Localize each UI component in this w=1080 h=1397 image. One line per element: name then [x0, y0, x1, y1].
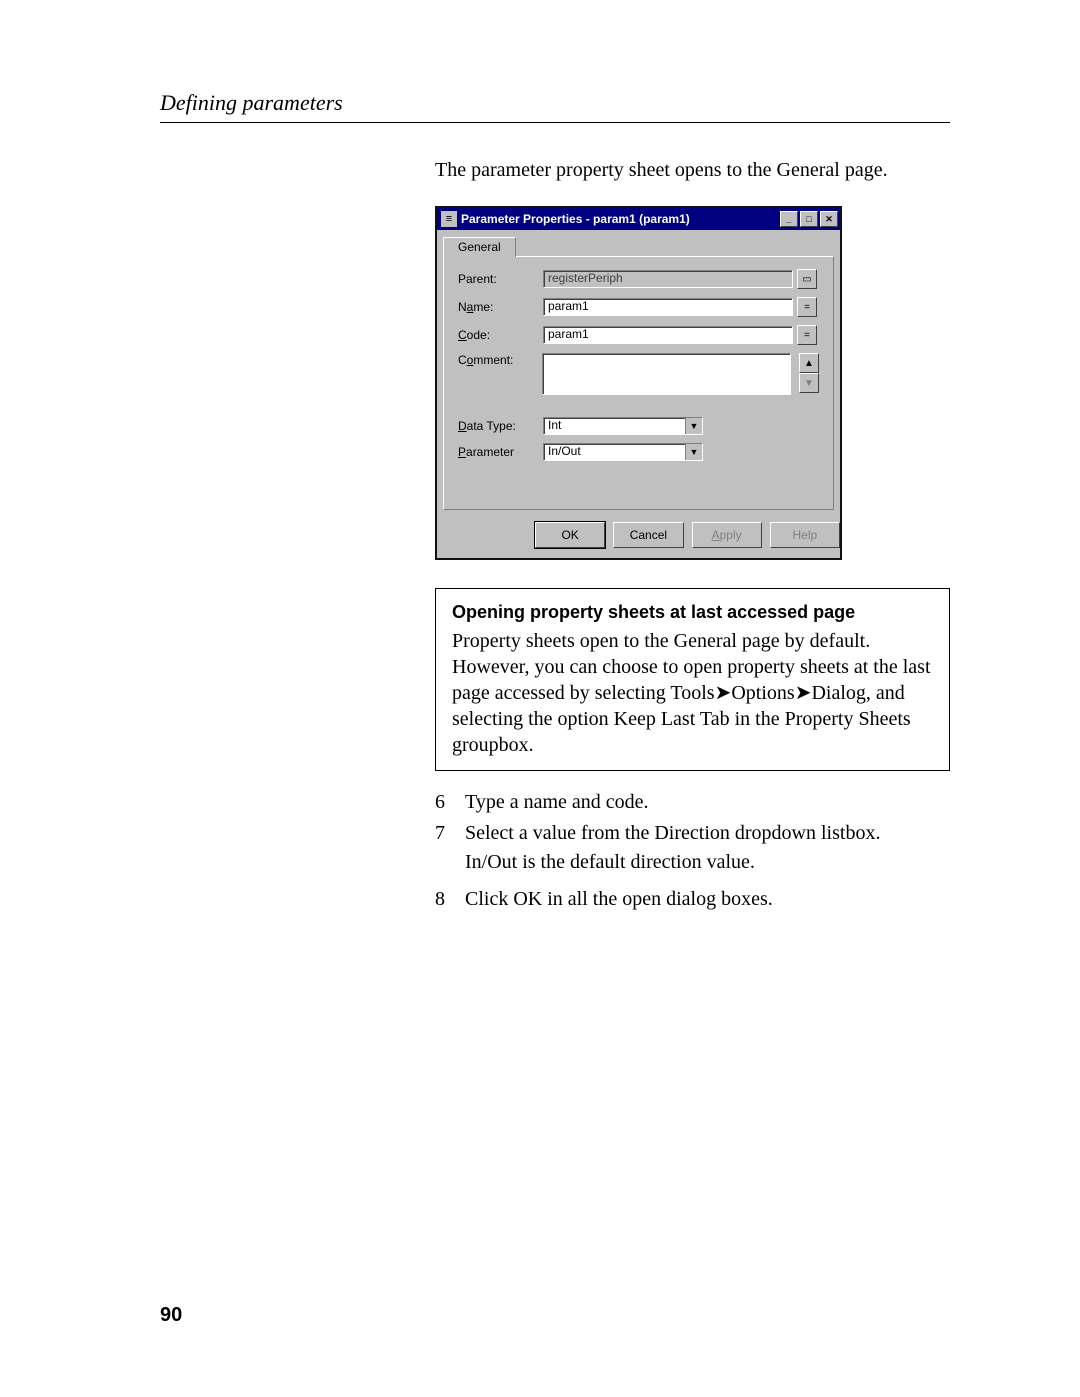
maximize-button[interactable]: □	[800, 211, 818, 227]
titlebar: ≡ Parameter Properties - param1 (param1)…	[437, 208, 840, 230]
parent-field: registerPeriph	[543, 270, 793, 288]
minimize-button[interactable]: _	[780, 211, 798, 227]
note-title: Opening property sheets at last accessed…	[452, 601, 933, 624]
page-number: 90	[160, 1304, 182, 1327]
label-comment: Comment:	[458, 353, 542, 367]
system-menu-icon[interactable]: ≡	[441, 211, 457, 227]
parameter-properties-dialog: ≡ Parameter Properties - param1 (param1)…	[435, 206, 842, 560]
step-8: 8 Click OK in all the open dialog boxes.	[435, 888, 950, 911]
note-box: Opening property sheets at last accessed…	[435, 588, 950, 771]
browse-parent-button[interactable]: ▭	[797, 269, 817, 289]
data-type-select[interactable]: Int ▼	[543, 417, 703, 435]
step-7-sub: In/Out is the default direction value.	[465, 851, 950, 874]
label-parameter: Parameter	[458, 445, 543, 459]
label-parent: Parent:	[458, 272, 543, 286]
chevron-down-icon: ▼	[685, 444, 702, 460]
window-title: Parameter Properties - param1 (param1)	[461, 212, 780, 226]
comment-scroll-up[interactable]: ▲	[799, 353, 819, 373]
label-name: Name:	[458, 300, 543, 314]
close-button[interactable]: ✕	[820, 211, 838, 227]
chevron-down-icon: ▼	[685, 418, 702, 434]
tab-general[interactable]: General	[443, 237, 516, 257]
general-tab-panel: Parent: registerPeriph ▭ Name: param1 = …	[443, 256, 834, 510]
name-input[interactable]: param1	[543, 298, 793, 316]
ok-button[interactable]: OK	[535, 522, 605, 548]
step-6: 6 Type a name and code.	[435, 791, 950, 814]
parameter-direction-select[interactable]: In/Out ▼	[543, 443, 703, 461]
label-code: Code:	[458, 328, 543, 342]
comment-textarea[interactable]	[542, 353, 791, 395]
cancel-button[interactable]: Cancel	[613, 522, 683, 548]
help-button[interactable]: Help	[770, 522, 840, 548]
code-equals-button[interactable]: =	[797, 325, 817, 345]
code-input[interactable]: param1	[543, 326, 793, 344]
intro-text: The parameter property sheet opens to th…	[435, 159, 950, 182]
note-body: Property sheets open to the General page…	[452, 630, 931, 756]
apply-button[interactable]: Apply	[692, 522, 762, 548]
comment-scroll-down[interactable]: ▼	[799, 373, 819, 393]
name-equals-button[interactable]: =	[797, 297, 817, 317]
running-header: Defining parameters	[160, 90, 950, 123]
label-data-type: Data Type:	[458, 419, 543, 433]
step-7: 7 Select a value from the Direction drop…	[435, 822, 950, 880]
